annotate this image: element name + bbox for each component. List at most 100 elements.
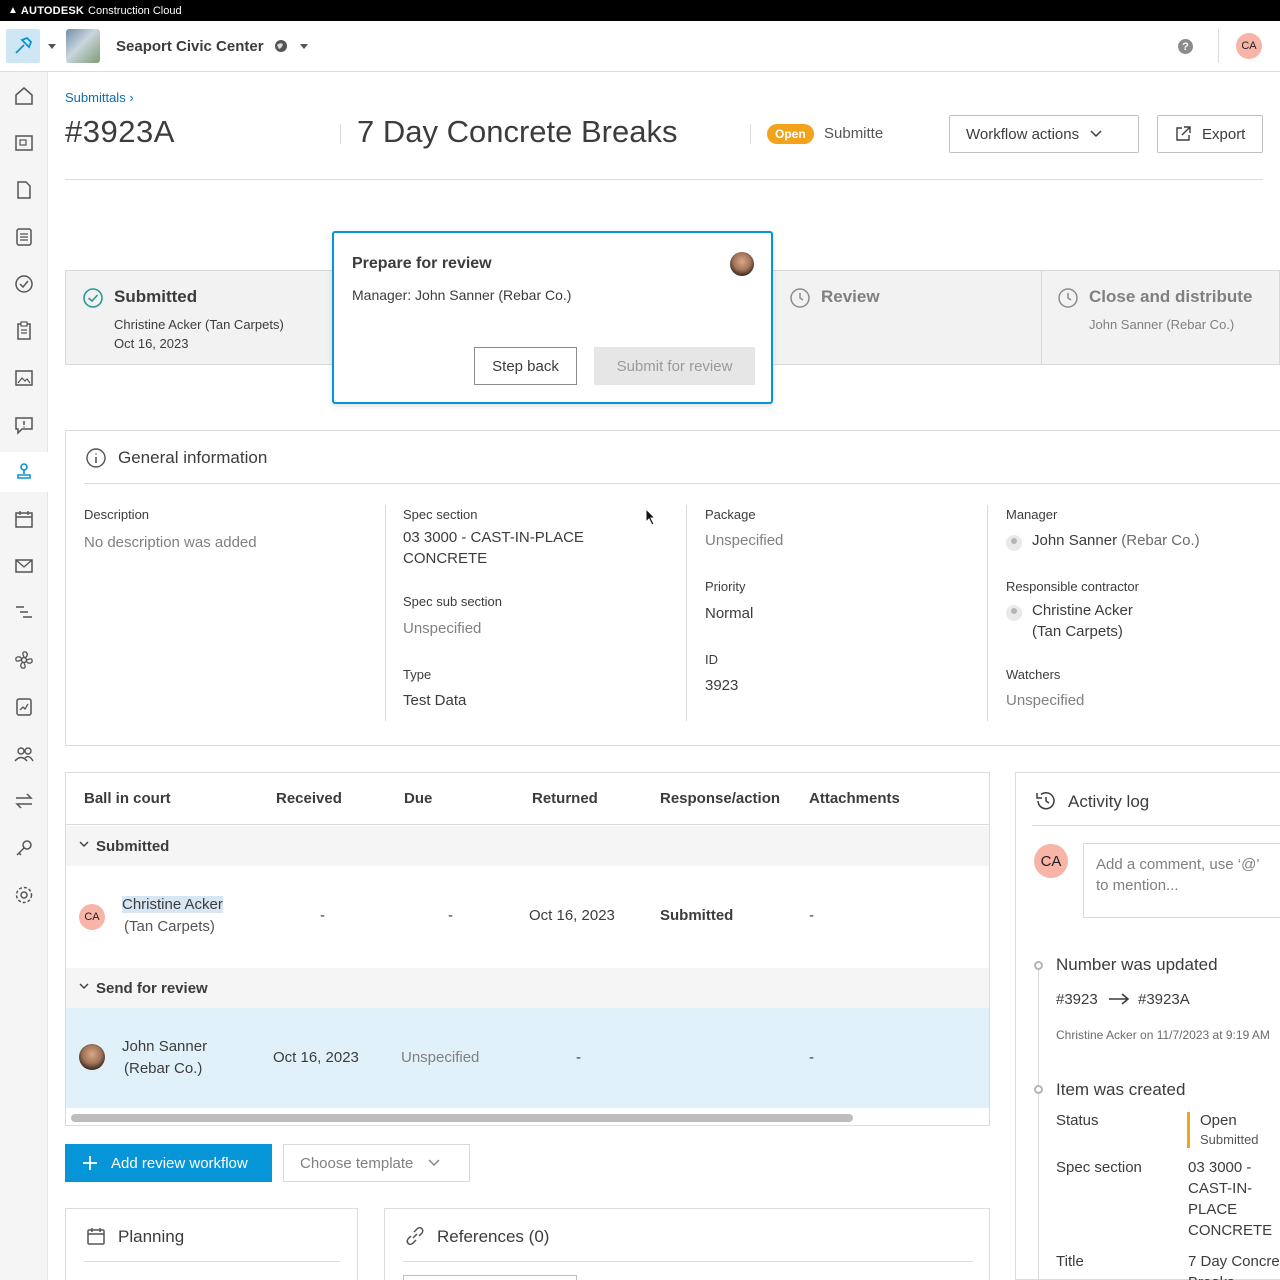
sidebar-item-rfis[interactable] bbox=[0, 405, 48, 445]
header-separator bbox=[65, 179, 1263, 180]
sidebar-item-bridge[interactable] bbox=[0, 828, 48, 868]
column-header-attachments[interactable]: Attachments bbox=[809, 790, 900, 807]
column-divider bbox=[385, 505, 386, 721]
mouse-cursor-icon bbox=[645, 508, 657, 526]
popup-manager: Manager: John Sanner (Rebar Co.) bbox=[352, 287, 572, 303]
help-icon[interactable]: ? bbox=[1178, 39, 1193, 54]
arrow-right-icon bbox=[1109, 993, 1130, 1005]
assets-icon bbox=[15, 651, 33, 669]
person-company: (Tan Carpets) bbox=[124, 918, 215, 935]
references-button[interactable] bbox=[403, 1275, 577, 1280]
spec-sub-section-label: Spec sub section bbox=[403, 594, 503, 609]
user-avatar[interactable]: CA bbox=[1236, 33, 1262, 59]
column-header-ball-in-court[interactable]: Ball in court bbox=[84, 790, 171, 807]
priority-label: Priority bbox=[705, 579, 746, 594]
header-divider bbox=[1218, 29, 1219, 63]
breadcrumb[interactable]: Submittals › bbox=[65, 90, 134, 105]
sidebar-item-photos[interactable] bbox=[0, 358, 48, 398]
event-status-sub: Submitted bbox=[1200, 1132, 1259, 1147]
sidebar-item-schedule[interactable] bbox=[0, 593, 48, 633]
spec-sub-section-value: Unspecified bbox=[403, 620, 482, 637]
watchers-label: Watchers bbox=[1006, 667, 1061, 682]
check-circle-icon bbox=[83, 288, 103, 308]
event-spec-value: CAST-IN- bbox=[1188, 1180, 1253, 1197]
activity-separator bbox=[1032, 825, 1280, 826]
sidebar-item-files[interactable] bbox=[0, 170, 48, 210]
column-header-returned[interactable]: Returned bbox=[532, 790, 598, 807]
forms-icon bbox=[17, 321, 31, 340]
popup-title: Prepare for review bbox=[352, 255, 492, 272]
hammer-icon bbox=[15, 36, 33, 54]
event-title: Item was created bbox=[1056, 1080, 1186, 1099]
horizontal-scrollbar[interactable] bbox=[71, 1114, 853, 1122]
column-header-due[interactable]: Due bbox=[404, 790, 432, 807]
submittals-icon bbox=[17, 463, 31, 479]
step-close-distribute[interactable]: Close and distribute John Sanner (Rebar … bbox=[1041, 271, 1280, 364]
sidebar-item-members[interactable] bbox=[0, 734, 48, 774]
spec-section-value: 03 3000 - CAST-IN-PLACE bbox=[403, 529, 584, 546]
watchers-value: Unspecified bbox=[1006, 692, 1085, 709]
submit-for-review-button[interactable]: Submit for review bbox=[594, 347, 755, 385]
sidebar-item-reports[interactable] bbox=[0, 687, 48, 727]
table-header-separator bbox=[66, 824, 989, 825]
general-info-separator bbox=[84, 483, 1280, 484]
sidebar-item-sheets[interactable] bbox=[0, 123, 48, 163]
sidebar-item-specs[interactable] bbox=[0, 217, 48, 257]
person-icon bbox=[1006, 605, 1022, 621]
person-name: Christine Acker bbox=[122, 896, 223, 913]
chevron-down-icon bbox=[79, 841, 89, 847]
manager-company: (Rebar Co.) bbox=[1121, 532, 1200, 549]
table-row[interactable]: CA Christine Acker (Tan Carpets) - - Oct… bbox=[66, 866, 989, 969]
step-submitted[interactable]: Submitted Christine Acker (Tan Carpets) … bbox=[66, 271, 336, 364]
product-name: Construction Cloud bbox=[88, 4, 182, 17]
sidebar-item-submittals[interactable] bbox=[0, 452, 48, 492]
add-review-workflow-button[interactable]: Add review workflow bbox=[65, 1144, 272, 1182]
files-icon bbox=[17, 181, 31, 199]
chevron-down-icon[interactable] bbox=[48, 43, 56, 49]
event-spec-value: 03 3000 - bbox=[1188, 1159, 1252, 1176]
due-value: Unspecified bbox=[401, 1049, 480, 1066]
sidebar-item-issues[interactable] bbox=[0, 264, 48, 304]
id-label: ID bbox=[705, 652, 718, 667]
table-row[interactable]: John Sanner (Rebar Co.) Oct 16, 2023 Uns… bbox=[66, 1008, 989, 1108]
sidebar-item-settings[interactable] bbox=[0, 875, 48, 915]
timeline-dot bbox=[1034, 1085, 1043, 1094]
choose-template-select[interactable]: Choose template bbox=[283, 1144, 470, 1182]
workflow-actions-button[interactable]: Workflow actions bbox=[949, 115, 1139, 153]
project-name[interactable]: Seaport Civic Center bbox=[116, 38, 264, 55]
spec-section-label: Spec section bbox=[403, 507, 478, 522]
history-icon bbox=[1036, 792, 1055, 810]
sheets-icon bbox=[15, 135, 33, 151]
key-icon bbox=[16, 840, 32, 856]
sidebar-item-home[interactable] bbox=[0, 76, 48, 116]
comment-input[interactable]: Add a comment, use ‘@’ to mention... bbox=[1083, 843, 1280, 918]
comment-placeholder-cont: to mention... bbox=[1096, 877, 1179, 894]
export-button[interactable]: Export bbox=[1157, 115, 1263, 153]
sidebar-item-meetings[interactable] bbox=[0, 499, 48, 539]
group-row-send-for-review[interactable]: Send for review bbox=[66, 968, 989, 1008]
event-field-label: Title bbox=[1056, 1253, 1084, 1270]
globe-icon bbox=[274, 40, 287, 52]
id-value: 3923 bbox=[705, 677, 739, 694]
sidebar-item-correspondence[interactable] bbox=[0, 546, 48, 586]
received-value: Oct 16, 2023 bbox=[273, 1049, 359, 1066]
group-row-submitted[interactable]: Submitted bbox=[66, 826, 989, 866]
calendar-icon bbox=[87, 1228, 105, 1245]
column-header-received[interactable]: Received bbox=[276, 790, 342, 807]
module-switcher-button[interactable] bbox=[6, 29, 40, 63]
step-back-button[interactable]: Step back bbox=[474, 347, 577, 385]
sidebar-item-forms[interactable] bbox=[0, 311, 48, 351]
sidebar-item-assets[interactable] bbox=[0, 640, 48, 680]
breadcrumb-submittals[interactable]: Submittals bbox=[65, 90, 126, 105]
home-icon bbox=[15, 87, 33, 105]
project-dropdown-icon[interactable] bbox=[299, 43, 308, 49]
project-thumbnail bbox=[66, 29, 100, 63]
clock-icon bbox=[790, 288, 810, 308]
sidebar-item-transmittals[interactable] bbox=[0, 781, 48, 821]
event-spec-value: CONCRETE bbox=[1188, 1222, 1273, 1239]
status-divider bbox=[750, 124, 751, 144]
step-review[interactable]: Review bbox=[773, 271, 1041, 364]
column-header-response-action[interactable]: Response/action bbox=[660, 790, 780, 807]
manager-value: John Sanner (Rebar Co.) bbox=[1032, 530, 1200, 551]
general-information-card: General information Description No descr… bbox=[65, 430, 1280, 746]
